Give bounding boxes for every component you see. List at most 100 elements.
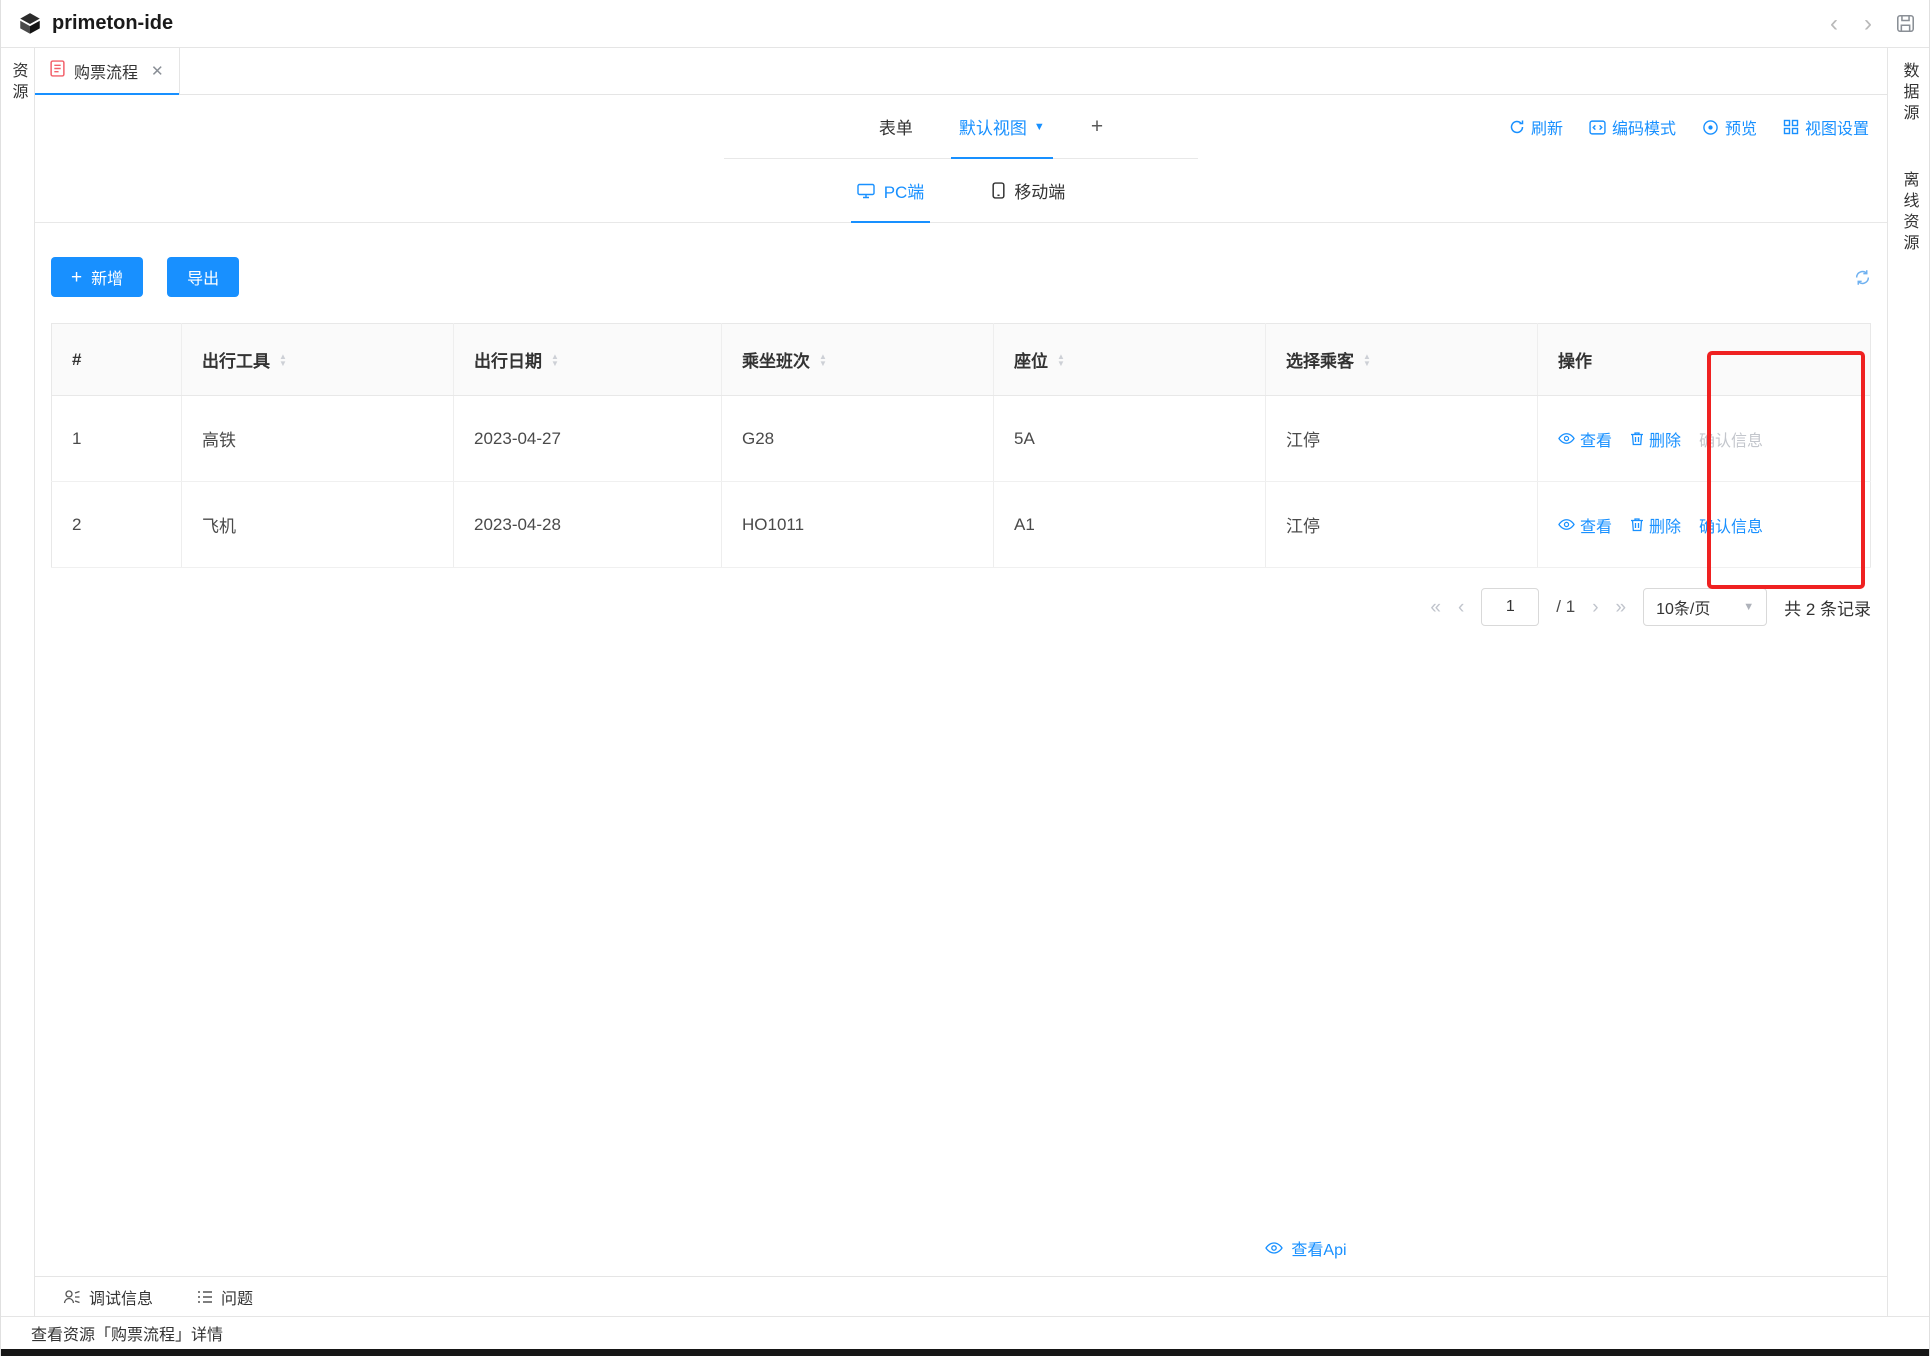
sort-icon[interactable]: ▲▼ [1363,353,1371,367]
cell-seat: 5A [994,396,1266,482]
cell-travel-date: 2023-04-28 [454,482,722,568]
right-rail: 数据源 离线资源 [1887,48,1929,1316]
tab-form-label: 表单 [879,114,913,139]
export-button-label: 导出 [187,265,219,289]
cell-trip-number: G28 [722,396,994,482]
chevron-down-icon: ▼ [1743,601,1754,613]
preview-icon [1702,119,1719,136]
app-window: primeton-ide ‹ › 资源 购票流程 ✕ [0,0,1930,1356]
tab-mobile[interactable]: 移动端 [992,159,1065,222]
plus-icon: + [71,268,82,287]
col-trip-number[interactable]: 乘坐班次▲▼ [722,324,994,396]
refresh-button[interactable]: 刷新 [1509,115,1563,139]
nav-forward-icon[interactable]: › [1862,12,1874,36]
sidebar-item-offline-resources[interactable]: 离线资源 [1897,171,1921,255]
issues-label: 问题 [221,1285,253,1309]
status-bar: 查看资源「购票流程」详情 [1,1316,1929,1349]
monitor-icon [857,183,875,199]
col-operations: 操作 [1538,324,1871,396]
view-link[interactable]: 查看 [1558,427,1612,451]
pagination: « ‹ / 1 › » 10条/页 ▼ 共 2 条记录 [51,588,1871,626]
app-title: primeton-ide [52,12,173,35]
table-header-row: # 出行工具▲▼ 出行日期▲▼ 乘坐班次▲▼ 座位▲▼ 选择乘客▲▼ 操作 [52,324,1871,396]
tab-label: 购票流程 [74,59,138,83]
phone-icon [992,182,1005,199]
col-passenger[interactable]: 选择乘客▲▼ [1266,324,1538,396]
confirm-info-link: 确认信息 [1699,427,1763,451]
save-icon[interactable] [1896,14,1915,33]
close-icon[interactable]: ✕ [151,62,164,80]
col-index: # [52,324,182,396]
workspace: 资源 购票流程 ✕ 表单 [1,48,1929,1316]
sidebar-item-resources[interactable]: 资源 [6,62,30,1316]
editor-tabbar: 购票流程 ✕ [35,48,1887,95]
preview-button[interactable]: 预览 [1702,115,1757,139]
content-area: + 新增 导出 [35,223,1887,1276]
actions-row: + 新增 导出 [51,257,1871,297]
page-size-select[interactable]: 10条/页 ▼ [1643,588,1767,626]
refresh-label: 刷新 [1531,115,1563,139]
sidebar-item-datasource[interactable]: 数据源 [1897,62,1921,125]
chevron-down-icon: ▼ [1034,121,1045,133]
add-button[interactable]: + 新增 [51,257,143,297]
page-input[interactable] [1481,588,1539,626]
cell-passenger: 江停 [1266,482,1538,568]
delete-link[interactable]: 删除 [1630,427,1681,451]
status-text: 查看资源「购票流程」详情 [31,1321,223,1345]
debug-info-button[interactable]: 调试信息 [63,1285,153,1309]
sync-icon[interactable] [1854,269,1871,286]
view-settings-button[interactable]: 视图设置 [1783,115,1869,139]
sort-icon[interactable]: ▲▼ [819,353,827,367]
export-button[interactable]: 导出 [167,257,239,297]
total-records: 共 2 条记录 [1784,595,1871,620]
records-table: # 出行工具▲▼ 出行日期▲▼ 乘坐班次▲▼ 座位▲▼ 选择乘客▲▼ 操作 [51,323,1871,568]
bottom-toolbar: 调试信息 问题 [35,1276,1887,1316]
last-page-icon[interactable]: » [1616,598,1627,617]
next-page-icon[interactable]: › [1592,598,1598,617]
nav-back-icon[interactable]: ‹ [1828,12,1840,36]
delete-link[interactable]: 删除 [1630,513,1681,537]
tab-ticket-flow[interactable]: 购票流程 ✕ [35,48,180,94]
code-mode-button[interactable]: 编码模式 [1589,115,1676,139]
add-view-button[interactable]: + [1091,95,1103,158]
debug-icon [63,1289,81,1305]
page-size-value: 10条/页 [1656,595,1710,619]
sort-icon[interactable]: ▲▼ [551,353,559,367]
cell-travel-tool: 飞机 [182,482,454,568]
col-travel-date[interactable]: 出行日期▲▼ [454,324,722,396]
refresh-icon [1509,119,1525,135]
taskbar-strip [1,1349,1929,1356]
table-row: 2 飞机 2023-04-28 HO1011 A1 江停 [52,482,1871,568]
cell-travel-date: 2023-04-27 [454,396,722,482]
col-travel-tool[interactable]: 出行工具▲▼ [182,324,454,396]
issues-button[interactable]: 问题 [197,1285,253,1309]
view-api-link[interactable]: 查看Api [1265,1236,1346,1260]
code-mode-label: 编码模式 [1612,115,1676,139]
table-wrap: # 出行工具▲▼ 出行日期▲▼ 乘坐班次▲▼ 座位▲▼ 选择乘客▲▼ 操作 [51,323,1871,568]
cell-trip-number: HO1011 [722,482,994,568]
tab-mobile-label: 移动端 [1014,178,1065,203]
platform-tabs: PC端 移动端 [35,159,1887,223]
app-logo-icon [17,11,43,37]
left-rail: 资源 [1,48,35,1316]
view-tabs-nav: 表单 默认视图 ▼ + [724,95,1198,159]
tab-pc[interactable]: PC端 [857,159,925,222]
col-seat[interactable]: 座位▲▼ [994,324,1266,396]
view-link[interactable]: 查看 [1558,513,1612,537]
first-page-icon[interactable]: « [1430,598,1441,617]
eye-icon [1265,1241,1283,1255]
eye-icon [1558,432,1575,445]
tab-pc-label: PC端 [884,178,925,203]
cell-operations: 查看 删除 确认信息 [1538,482,1871,568]
confirm-info-link[interactable]: 确认信息 [1699,513,1763,537]
sort-icon[interactable]: ▲▼ [279,353,287,367]
tab-form[interactable]: 表单 [879,95,913,158]
cell-index: 2 [52,482,182,568]
list-icon [197,1290,213,1304]
view-tabs-row: 表单 默认视图 ▼ + 刷新 编码模式 [35,95,1887,159]
prev-page-icon[interactable]: ‹ [1458,598,1464,617]
view-api-label: 查看Api [1291,1236,1346,1260]
sort-icon[interactable]: ▲▼ [1057,353,1065,367]
tab-default-view[interactable]: 默认视图 ▼ [959,95,1045,158]
table-row: 1 高铁 2023-04-27 G28 5A 江停 [52,396,1871,482]
